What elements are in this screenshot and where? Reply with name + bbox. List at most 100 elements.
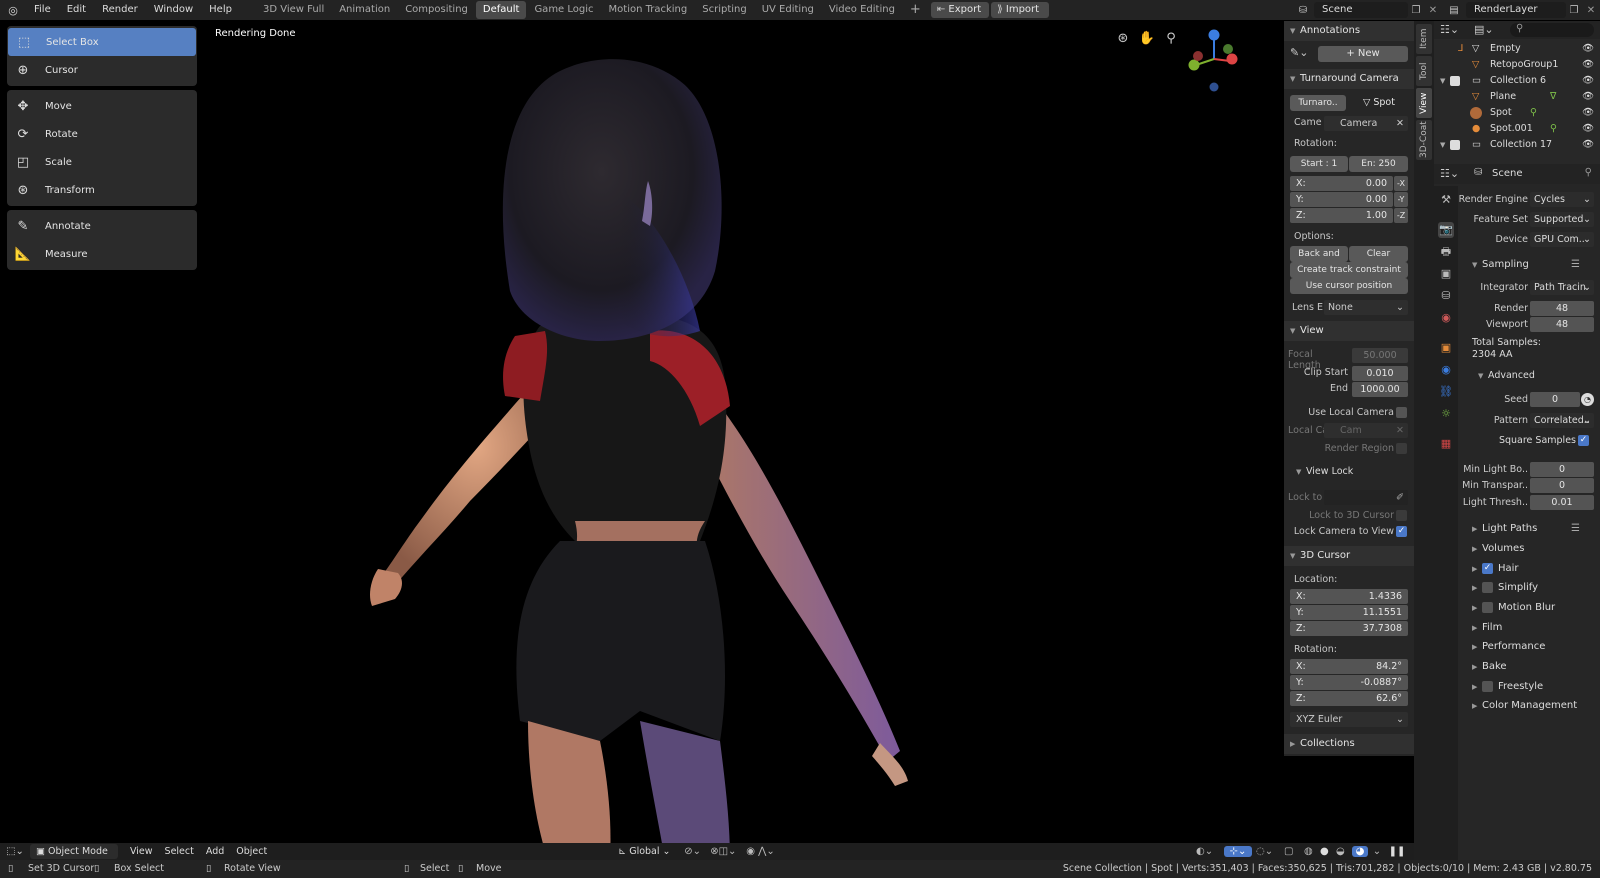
tool-settings-icon[interactable]: ⚒ bbox=[1438, 192, 1454, 208]
output-properties-icon[interactable]: 🖶 bbox=[1438, 244, 1454, 260]
object-mode-dropdown[interactable]: ▣ Object Mode ⌄ bbox=[30, 844, 118, 872]
outliner-row[interactable]: ● Spot.001 ⚲ 👁 bbox=[1434, 121, 1600, 137]
turnaround-header[interactable]: ▼ Turnaround Camera bbox=[1284, 69, 1414, 89]
presets-list-icon[interactable]: ☰ bbox=[1571, 520, 1580, 538]
display-mode-icon[interactable]: ☷⌄ bbox=[1440, 23, 1459, 36]
world-properties-icon[interactable]: ◉ bbox=[1438, 310, 1454, 326]
scene-selector-icon[interactable]: ⛁ bbox=[1292, 5, 1314, 16]
render-layer-icon[interactable]: ▤ bbox=[1442, 5, 1466, 16]
light-threshold-field[interactable]: 0.01 bbox=[1530, 495, 1594, 510]
hair-panel-header[interactable]: ▶ ✓ Hair bbox=[1458, 560, 1600, 578]
tool-transform[interactable]: ⊛ Transform bbox=[7, 176, 197, 204]
visibility-eye-icon[interactable]: 👁 bbox=[1582, 137, 1594, 153]
presets-list-icon[interactable]: ☰ bbox=[1571, 256, 1580, 274]
local-camera-field[interactable]: Cam ✕ bbox=[1324, 423, 1408, 438]
focal-length-field[interactable]: 50.000 bbox=[1352, 348, 1408, 363]
view-header[interactable]: ▼ View bbox=[1284, 321, 1414, 341]
filter-icon[interactable]: ▤⌄ bbox=[1474, 23, 1494, 36]
annotation-new-button[interactable]: + New bbox=[1318, 46, 1408, 62]
back-and-forth-button[interactable]: Back and fo.. bbox=[1290, 246, 1348, 262]
outliner-row[interactable]: ▼ ▭ Collection 17 👁 bbox=[1434, 137, 1600, 153]
integrator-dropdown[interactable]: Path Tracin ⌄ bbox=[1530, 280, 1594, 295]
scene-close-icon[interactable]: ✕ bbox=[1424, 5, 1442, 16]
cursor-rot-z-field[interactable]: Z: 62.6° bbox=[1290, 691, 1408, 706]
expand-icon[interactable]: ▼ bbox=[1440, 73, 1445, 89]
random-seed-icon[interactable]: ◔ bbox=[1581, 393, 1594, 406]
zoom-icon[interactable]: ⚲ bbox=[1162, 31, 1180, 49]
render-layer-close-icon[interactable]: ✕ bbox=[1582, 5, 1600, 16]
constraints-icon[interactable]: ⛓ bbox=[1438, 384, 1454, 400]
turnaround-button[interactable]: Turnaro.. bbox=[1290, 95, 1346, 111]
menu-render[interactable]: Render bbox=[94, 0, 146, 20]
outliner-row[interactable]: ⅃ ▽ Empty 👁 bbox=[1434, 41, 1600, 57]
render-layer-field[interactable]: RenderLayer bbox=[1466, 2, 1566, 18]
menu-file[interactable]: File bbox=[26, 0, 59, 20]
pattern-dropdown[interactable]: Correlated.. ⌄ bbox=[1530, 413, 1594, 428]
create-track-constraint-button[interactable]: Create track constraint bbox=[1290, 262, 1408, 278]
tool-move[interactable]: ✥ Move bbox=[7, 92, 197, 120]
expand-icon[interactable]: ▼ bbox=[1440, 137, 1445, 153]
xray-icon[interactable]: ▢ bbox=[1284, 846, 1304, 857]
axis-gizmo[interactable] bbox=[1186, 27, 1242, 97]
visibility-eye-icon[interactable]: 👁 bbox=[1582, 57, 1594, 73]
tab-compositing[interactable]: Compositing bbox=[398, 1, 475, 19]
view-lock-subheader[interactable]: ▼ View Lock bbox=[1296, 466, 1353, 477]
film-panel-header[interactable]: ▶ Film bbox=[1458, 619, 1600, 637]
lock-to-object-field[interactable]: ✐ bbox=[1324, 490, 1408, 505]
bake-panel-header[interactable]: ▶ Bake bbox=[1458, 658, 1600, 676]
min-light-bounces-field[interactable]: 0 bbox=[1530, 462, 1594, 477]
editor-type-icon[interactable]: ⬚⌄ bbox=[0, 846, 30, 857]
volumes-panel-header[interactable]: ▶ Volumes bbox=[1458, 540, 1600, 558]
outliner-row[interactable]: Spot ⚲ 👁 bbox=[1434, 105, 1600, 121]
outliner-row[interactable]: ▽ Plane ∇ 👁 bbox=[1434, 89, 1600, 105]
shading-wireframe-icon[interactable]: ◍ bbox=[1304, 846, 1320, 857]
outliner-row[interactable]: ▽ RetopoGroup1 👁 bbox=[1434, 57, 1600, 73]
collection-checkbox[interactable] bbox=[1450, 140, 1460, 150]
object-menu[interactable]: Object bbox=[230, 842, 273, 862]
tool-rotate[interactable]: ⟳ Rotate bbox=[7, 120, 197, 148]
lens-dropdown[interactable]: None ⌄ bbox=[1324, 300, 1408, 315]
rotation-y-field[interactable]: Y: 0.00 bbox=[1290, 192, 1393, 207]
cursor-rot-x-field[interactable]: X: 84.2° bbox=[1290, 659, 1408, 674]
texture-properties-icon[interactable]: ▦ bbox=[1438, 436, 1454, 452]
lock-camera-to-view-checkbox[interactable]: ✓ bbox=[1396, 526, 1407, 537]
tab-3d-coat[interactable]: 3D-Coat bbox=[1416, 120, 1432, 160]
transform-orientation-dropdown[interactable]: ⊾ Global ⌄ bbox=[618, 846, 684, 857]
visibility-eye-icon[interactable]: 👁 bbox=[1582, 121, 1594, 137]
gizmo-toggle-icon[interactable]: ⊹⌄ bbox=[1224, 846, 1252, 857]
motion-blur-panel-header[interactable]: ▶ Motion Blur bbox=[1458, 599, 1600, 617]
freestyle-checkbox[interactable] bbox=[1482, 680, 1493, 692]
end-frame-field[interactable]: En: 250 bbox=[1349, 156, 1408, 172]
scene-properties-icon[interactable]: ⛁ bbox=[1438, 288, 1454, 304]
visibility-eye-icon[interactable]: 👁 bbox=[1582, 73, 1594, 89]
outliner-search-input[interactable]: ⚲ bbox=[1510, 23, 1594, 37]
tool-annotate[interactable]: ✎ Annotate bbox=[7, 212, 197, 240]
rotation-x-field[interactable]: X: 0.00 bbox=[1290, 176, 1393, 191]
add-workspace-button[interactable]: + bbox=[903, 1, 928, 19]
tab-motion-tracking[interactable]: Motion Tracking bbox=[602, 1, 695, 19]
clear-field-icon[interactable]: ✕ bbox=[1396, 423, 1404, 438]
shading-options-icon[interactable]: ⌄ bbox=[1368, 846, 1386, 857]
clip-end-field[interactable]: 1000.00 bbox=[1352, 382, 1408, 397]
tab-animation[interactable]: Animation bbox=[332, 1, 397, 19]
proportional-edit-icon[interactable]: ◉ ⋀⌄ bbox=[746, 846, 782, 857]
pivot-point-icon[interactable]: ⊘⌄ bbox=[684, 846, 710, 857]
light-data-icon[interactable]: ☼ bbox=[1438, 406, 1454, 422]
view-layer-icon[interactable]: ▣ bbox=[1438, 266, 1454, 282]
performance-panel-header[interactable]: ▶ Performance bbox=[1458, 638, 1600, 656]
cursor-x-field[interactable]: X: 1.4336 bbox=[1290, 589, 1408, 604]
tab-view[interactable]: View bbox=[1416, 88, 1432, 118]
annotations-header[interactable]: ▼ Annotations bbox=[1284, 21, 1414, 41]
pin-icon[interactable]: ⚲ bbox=[1585, 167, 1592, 178]
axis-y-icon[interactable] bbox=[1188, 59, 1200, 71]
editor-type-icon[interactable]: ☷⌄ bbox=[1440, 167, 1459, 180]
tool-cursor[interactable]: ⊕ Cursor bbox=[7, 56, 197, 84]
camera-view-icon[interactable]: ⊛ bbox=[1114, 31, 1132, 49]
rotation-mode-dropdown[interactable]: XYZ Euler ⌄ bbox=[1290, 712, 1408, 727]
visibility-eye-icon[interactable]: 👁 bbox=[1582, 41, 1594, 57]
neg-z-button[interactable]: -Z bbox=[1394, 208, 1408, 223]
tab-default[interactable]: Default bbox=[475, 1, 527, 19]
annotation-mode-icon[interactable]: ✎⌄ bbox=[1290, 46, 1314, 61]
visibility-icon[interactable]: ◐⌄ bbox=[1196, 846, 1224, 857]
square-samples-checkbox[interactable]: ✓ bbox=[1578, 435, 1589, 446]
